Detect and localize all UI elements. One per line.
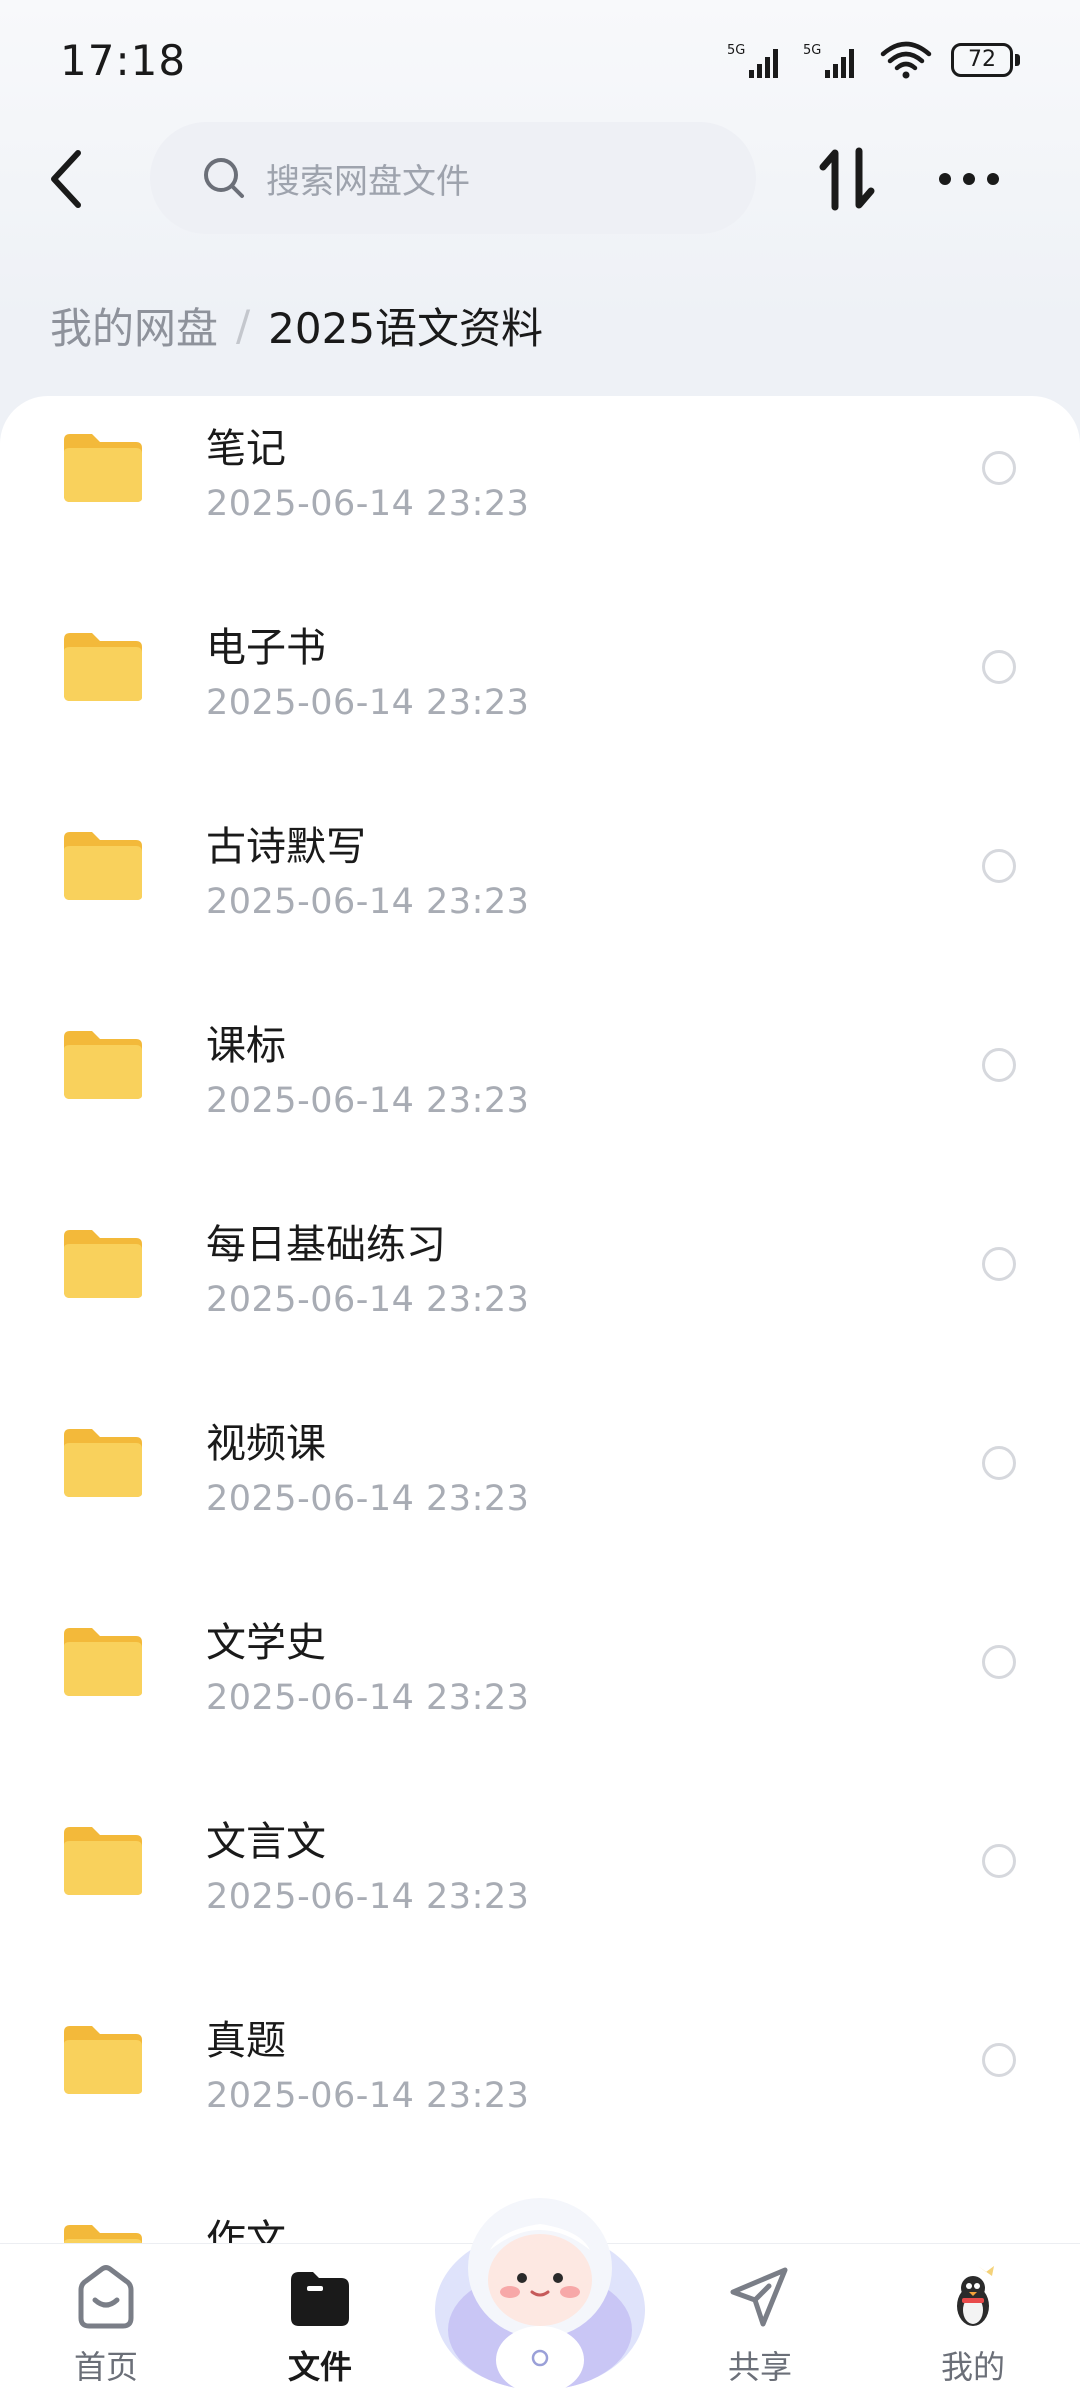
folder-icon bbox=[64, 1628, 142, 1696]
breadcrumb: 我的网盘 / 2025语文资料 bbox=[50, 290, 543, 360]
battery-level: 72 bbox=[951, 43, 1013, 77]
list-item[interactable]: 文学史 2025-06-14 23:23 bbox=[0, 1590, 1080, 1789]
list-item[interactable]: 每日基础练习 2025-06-14 23:23 bbox=[0, 1192, 1080, 1391]
home-icon bbox=[78, 2265, 134, 2329]
file-name: 课标 bbox=[206, 1023, 286, 1069]
signal-icon: 5G bbox=[727, 43, 778, 78]
list-item[interactable]: 笔记 2025-06-14 23:23 bbox=[0, 396, 1080, 595]
list-item[interactable]: 课标 2025-06-14 23:23 bbox=[0, 993, 1080, 1192]
select-checkbox[interactable] bbox=[982, 451, 1016, 485]
file-name: 视频课 bbox=[206, 1421, 326, 1467]
status-icons: 5G 5G 72 bbox=[727, 40, 1020, 80]
select-checkbox[interactable] bbox=[982, 1048, 1016, 1082]
signal-icon-2: 5G bbox=[803, 43, 854, 78]
tab-files[interactable]: 文件 bbox=[250, 2244, 390, 2403]
file-date: 2025-06-14 23:23 bbox=[206, 2076, 530, 2116]
file-date: 2025-06-14 23:23 bbox=[206, 1479, 530, 1519]
back-icon bbox=[51, 150, 81, 208]
breadcrumb-root[interactable]: 我的网盘 bbox=[50, 295, 218, 356]
tab-profile-label: 我的 bbox=[940, 2348, 1005, 2386]
search-icon bbox=[204, 158, 244, 198]
folder-icon bbox=[64, 1031, 142, 1099]
file-name: 文学史 bbox=[206, 1620, 326, 1666]
search-placeholder: 搜索网盘文件 bbox=[266, 161, 470, 202]
status-bar: 17:18 5G 5G 72 bbox=[0, 0, 1080, 120]
file-name: 电子书 bbox=[206, 625, 326, 671]
screen: 17:18 5G 5G 72 搜索网盘文件 我的网盘 / 2025语文资料 笔记… bbox=[0, 0, 1080, 2403]
top-nav: 搜索网盘文件 bbox=[0, 120, 1080, 236]
tab-share-label: 共享 bbox=[727, 2348, 792, 2386]
folder-icon bbox=[64, 434, 142, 502]
folder-icon bbox=[64, 2026, 142, 2094]
share-icon bbox=[730, 2267, 788, 2327]
battery-icon: 72 bbox=[951, 43, 1020, 77]
file-date: 2025-06-14 23:23 bbox=[206, 1280, 530, 1320]
assistant-mascot-icon[interactable] bbox=[430, 2180, 650, 2403]
tab-share[interactable]: 共享 bbox=[690, 2244, 830, 2403]
folder-icon bbox=[64, 1429, 142, 1497]
tab-home[interactable]: 首页 bbox=[36, 2244, 176, 2403]
file-name: 每日基础练习 bbox=[206, 1222, 446, 1268]
select-checkbox[interactable] bbox=[982, 1645, 1016, 1679]
breadcrumb-separator: / bbox=[236, 300, 251, 350]
signal-2-label: 5G bbox=[803, 43, 821, 58]
search-input[interactable]: 搜索网盘文件 bbox=[150, 122, 756, 234]
folder-icon bbox=[64, 633, 142, 701]
select-checkbox[interactable] bbox=[982, 1247, 1016, 1281]
file-date: 2025-06-14 23:23 bbox=[206, 1081, 530, 1121]
list-item[interactable]: 视频课 2025-06-14 23:23 bbox=[0, 1391, 1080, 1590]
more-button[interactable] bbox=[930, 144, 1008, 214]
list-item[interactable]: 古诗默写 2025-06-14 23:23 bbox=[0, 794, 1080, 993]
file-date: 2025-06-14 23:23 bbox=[206, 1877, 530, 1917]
select-checkbox[interactable] bbox=[982, 1446, 1016, 1480]
list-item[interactable]: 电子书 2025-06-14 23:23 bbox=[0, 595, 1080, 794]
folder-icon bbox=[64, 1230, 142, 1298]
tab-home-label: 首页 bbox=[73, 2348, 138, 2386]
tab-profile[interactable]: 我的 bbox=[903, 2244, 1043, 2403]
file-name: 文言文 bbox=[206, 1819, 326, 1865]
status-time: 17:18 bbox=[60, 35, 187, 85]
file-date: 2025-06-14 23:23 bbox=[206, 882, 530, 922]
tab-files-label: 文件 bbox=[287, 2348, 352, 2386]
file-name: 笔记 bbox=[206, 426, 286, 472]
select-checkbox[interactable] bbox=[982, 1844, 1016, 1878]
list-item[interactable]: 真题 2025-06-14 23:23 bbox=[0, 1988, 1080, 2187]
more-icon bbox=[939, 173, 999, 185]
folder-icon bbox=[64, 832, 142, 900]
file-date: 2025-06-14 23:23 bbox=[206, 683, 530, 723]
folder-icon bbox=[291, 2272, 349, 2326]
file-date: 2025-06-14 23:23 bbox=[206, 484, 530, 524]
file-list: 笔记 2025-06-14 23:23 电子书 2025-06-14 23:23… bbox=[0, 396, 1080, 2403]
folder-icon bbox=[64, 1827, 142, 1895]
sort-button[interactable] bbox=[812, 144, 882, 214]
list-item[interactable]: 文言文 2025-06-14 23:23 bbox=[0, 1789, 1080, 1988]
file-name: 真题 bbox=[206, 2018, 286, 2064]
select-checkbox[interactable] bbox=[982, 849, 1016, 883]
sort-icon bbox=[819, 147, 875, 211]
select-checkbox[interactable] bbox=[982, 650, 1016, 684]
back-button[interactable] bbox=[38, 144, 94, 214]
file-name: 古诗默写 bbox=[206, 824, 366, 870]
file-date: 2025-06-14 23:23 bbox=[206, 1678, 530, 1718]
breadcrumb-current: 2025语文资料 bbox=[268, 303, 544, 353]
wifi-icon bbox=[880, 41, 932, 79]
signal-1-label: 5G bbox=[727, 43, 745, 58]
profile-icon bbox=[957, 2266, 994, 2326]
select-checkbox[interactable] bbox=[982, 2043, 1016, 2077]
